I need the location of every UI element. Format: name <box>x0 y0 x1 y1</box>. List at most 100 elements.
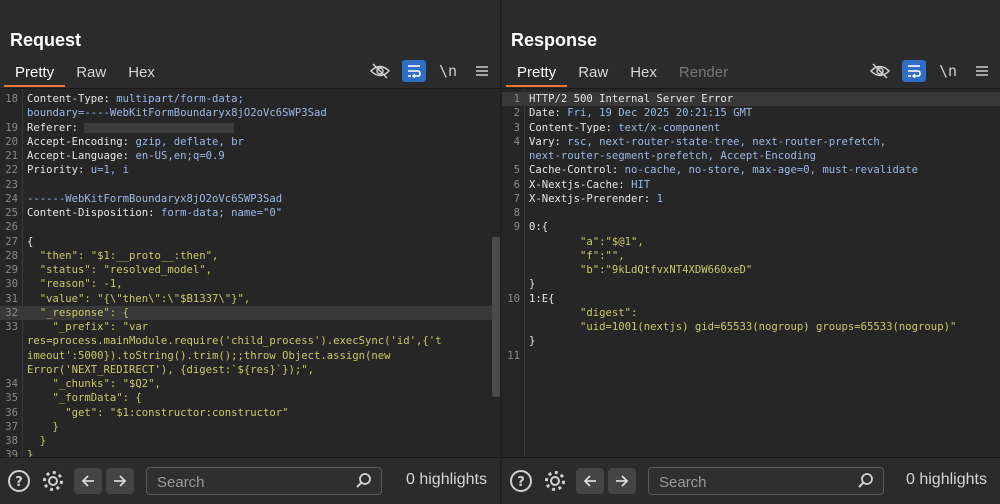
code-token: "b":"9kLdQtfvxNT4XDW660xeD" <box>529 264 753 276</box>
help-icon[interactable]: ? <box>6 468 32 494</box>
request-search-input[interactable] <box>155 471 349 493</box>
line-number: 5 <box>513 164 520 177</box>
line-number: 10 <box>507 292 520 305</box>
line-number: 28 <box>5 249 18 262</box>
code-text: "_formData": { <box>27 391 142 405</box>
line-number: 26 <box>5 221 18 234</box>
line-number: 23 <box>5 178 18 191</box>
code-token: } <box>27 435 47 447</box>
next-arrow-icon[interactable] <box>608 468 636 494</box>
newline-toggle-icon[interactable]: \n <box>436 60 460 82</box>
code-line: "uid=1001(nextjs) gid=65533(nogroup) gro… <box>502 320 1000 334</box>
code-line: 29 "status": "resolved_model", <box>0 263 500 277</box>
hide-eye-icon[interactable] <box>868 60 892 82</box>
code-line: "b":"9kLdQtfvxNT4XDW660xeD" <box>502 263 1000 277</box>
tab-raw[interactable]: Raw <box>65 62 117 87</box>
next-arrow-icon[interactable] <box>106 468 134 494</box>
gear-icon[interactable] <box>40 468 66 494</box>
code-text: "b":"9kLdQtfvxNT4XDW660xeD" <box>529 263 752 277</box>
code-line: 18 Content-Type: multipart/form-data; <box>0 92 500 106</box>
code-text: Vary: rsc, next-router-state-tree, next-… <box>529 135 886 149</box>
code-token: gzip, deflate, br <box>135 135 244 148</box>
code-line: 20 Accept-Encoding: gzip, deflate, br <box>0 135 500 149</box>
code-text: boundary=----WebKitFormBoundaryx8jO2oVc6… <box>27 106 327 120</box>
code-text: Error('NEXT_REDIRECT'), {digest:`${res}`… <box>27 363 314 377</box>
response-search-input[interactable] <box>657 471 851 493</box>
code-token: "f":"", <box>529 249 625 262</box>
code-line: } <box>502 334 1000 348</box>
code-text: } <box>27 434 46 448</box>
code-token: "_chunks": "$Q2", <box>27 378 161 390</box>
request-highlights-count: 0 highlights <box>406 471 487 488</box>
code-token: "_response": { <box>27 306 130 319</box>
line-number: 9 <box>513 221 520 234</box>
line-number: 37 <box>5 420 18 433</box>
code-line: "digest": <box>502 306 1000 320</box>
wrap-lines-icon[interactable] <box>902 60 926 82</box>
code-token: imeout':5000}).toString().trim();;throw … <box>27 349 391 362</box>
gear-icon[interactable] <box>542 468 568 494</box>
line-number: 24 <box>5 192 18 205</box>
previous-arrow-icon[interactable] <box>576 468 604 494</box>
request-toolbar: \n <box>368 60 494 82</box>
code-text: "_response": { <box>27 306 129 320</box>
line-number: 38 <box>5 435 18 447</box>
code-token: } <box>27 420 59 433</box>
tab-hex[interactable]: Hex <box>117 62 166 87</box>
request-search-box <box>146 467 382 495</box>
code-text: "get": "$1:constructor:constructor" <box>27 406 288 420</box>
line-number: 18 <box>5 93 18 105</box>
code-token: no-cache, no-store, max-age=0, must-reva… <box>624 164 919 177</box>
request-code-lines: 18 Content-Type: multipart/form-data; boun… <box>0 92 500 459</box>
newline-toggle-icon[interactable]: \n <box>936 60 960 82</box>
tab-pretty[interactable]: Pretty <box>4 62 66 87</box>
line-number: 2 <box>513 107 520 120</box>
line-number: 33 <box>5 321 18 333</box>
code-text: Referer: <box>27 121 235 135</box>
line-number: 22 <box>5 164 18 177</box>
code-token: 1:E{ <box>529 292 555 305</box>
menu-icon[interactable] <box>470 60 494 82</box>
line-number: 29 <box>5 264 18 276</box>
code-token: Accept-Language: <box>27 150 136 162</box>
search-icon[interactable] <box>355 472 373 494</box>
code-token: "_formData": { <box>27 392 142 405</box>
wrap-lines-icon[interactable] <box>402 60 426 82</box>
code-token: } <box>529 335 536 348</box>
code-token: boundary=----WebKitFormBoundaryx8jO2oVc6… <box>27 107 327 120</box>
hide-eye-icon[interactable] <box>368 60 392 82</box>
code-token: res=process.mainModule.require('child_pr… <box>27 335 442 348</box>
code-text: Accept-Encoding: gzip, deflate, br <box>27 135 244 149</box>
code-text: Date: Fri, 19 Dec 2025 20:21:15 GMT <box>529 106 752 120</box>
code-line: 1 HTTP/2 500 Internal Server Error <box>502 92 1000 107</box>
tab-hex[interactable]: Hex <box>619 62 668 87</box>
tab-raw[interactable]: Raw <box>567 62 619 87</box>
code-token: 0:{ <box>529 221 549 234</box>
menu-icon[interactable] <box>970 60 994 82</box>
help-icon[interactable]: ? <box>508 468 534 494</box>
code-token: "digest": <box>529 306 638 319</box>
request-scrollbar[interactable] <box>492 237 500 397</box>
code-token: Content-Disposition: <box>27 207 161 219</box>
response-highlights-count: 0 highlights <box>906 471 987 488</box>
code-line: res=process.mainModule.require('child_pr… <box>0 334 500 348</box>
code-token: Vary: <box>529 135 568 148</box>
request-editor[interactable]: 18 Content-Type: multipart/form-data; boun… <box>0 88 500 459</box>
code-token: Accept-Encoding: <box>27 135 136 148</box>
line-number: 25 <box>5 207 18 219</box>
code-text: "value": "{\"then\":\"$B1337\"}", <box>27 292 250 306</box>
response-editor[interactable]: 1 HTTP/2 500 Internal Server Error 2 Date: … <box>502 88 1000 459</box>
line-number: 8 <box>513 207 520 219</box>
code-token: en-US,en;q=0.9 <box>135 150 225 162</box>
tab-pretty[interactable]: Pretty <box>506 62 568 87</box>
code-line: 31 "value": "{\"then\":\"$B1337\"}", <box>0 292 500 306</box>
code-line: 27 { <box>0 235 500 249</box>
code-text: res=process.mainModule.require('child_pr… <box>27 334 442 348</box>
code-line: 3 Content-Type: text/x-component <box>502 121 1000 135</box>
line-number: 21 <box>5 150 18 162</box>
code-text: "reason": -1, <box>27 277 123 291</box>
code-token: 1 <box>656 192 663 205</box>
code-text: "_chunks": "$Q2", <box>27 377 161 391</box>
previous-arrow-icon[interactable] <box>74 468 102 494</box>
search-icon[interactable] <box>857 472 875 494</box>
